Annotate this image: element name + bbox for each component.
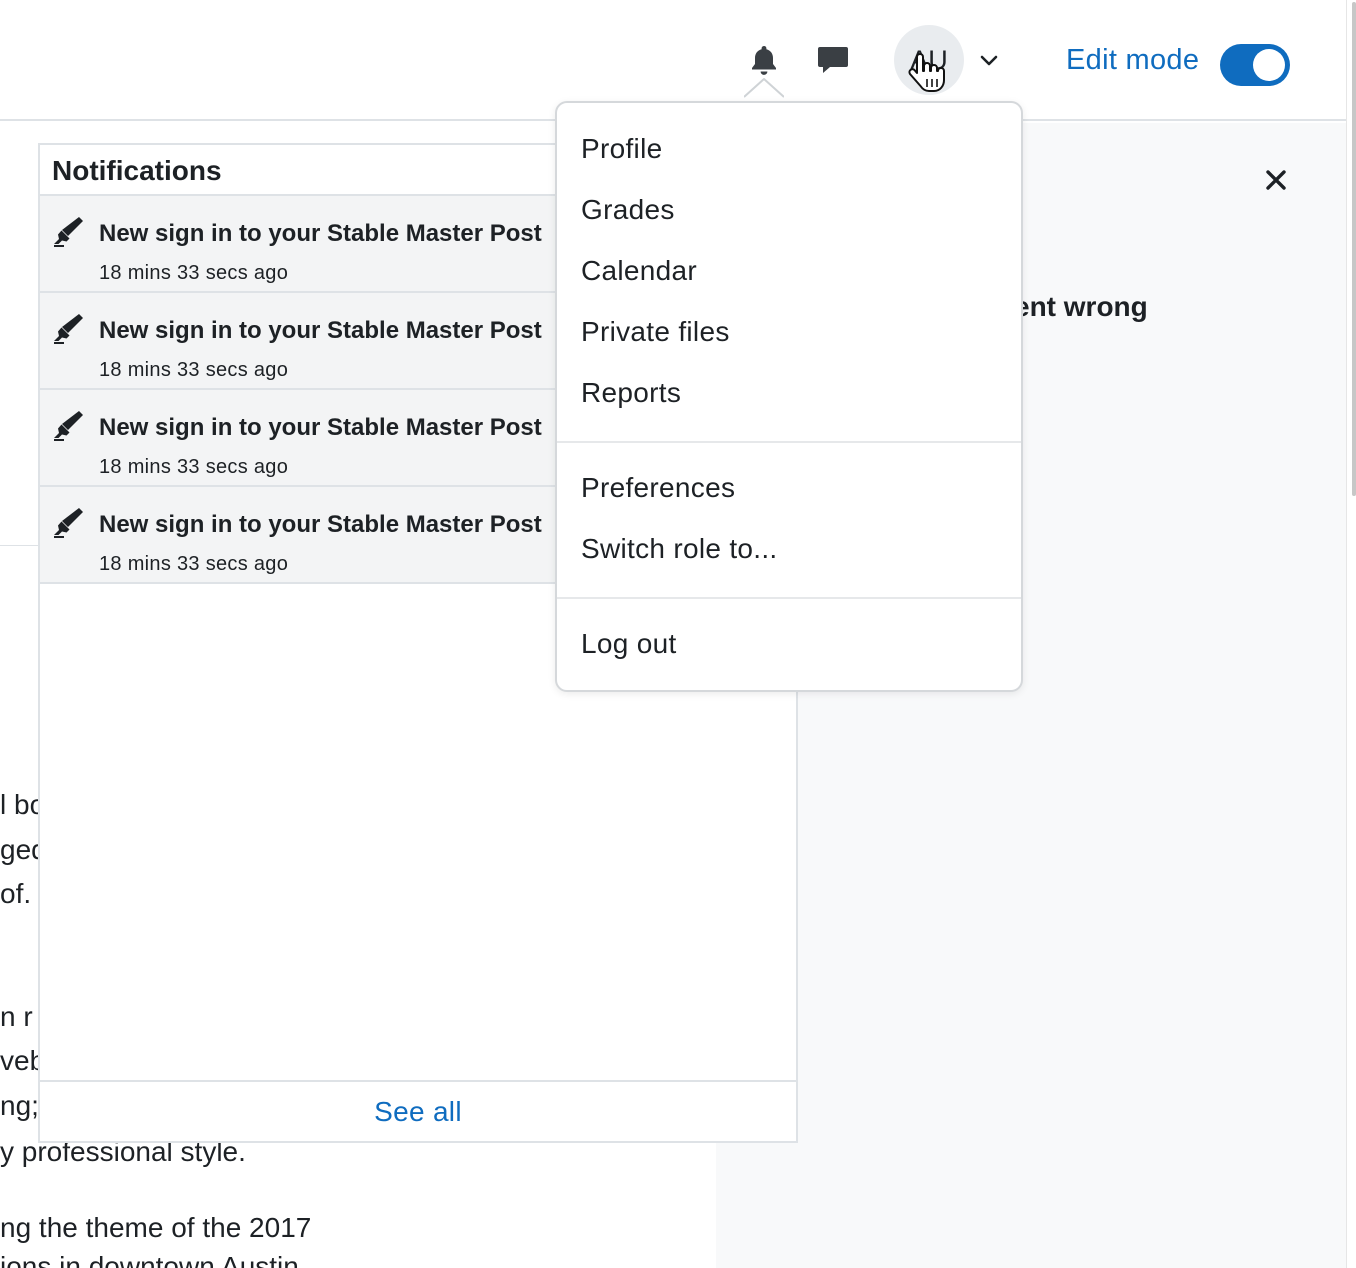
menu-item-calendar[interactable]: Calendar <box>581 255 697 287</box>
chevron-down-icon[interactable] <box>976 48 1002 74</box>
toggle-knob <box>1253 49 1285 81</box>
avatar-initials: AU <box>910 44 948 75</box>
menu-item-log-out[interactable]: Log out <box>581 628 677 660</box>
notifications-bell-icon[interactable] <box>744 40 784 80</box>
menu-item-reports[interactable]: Reports <box>581 377 681 409</box>
notification-title[interactable]: New sign in to your Stable Master Post <box>99 414 542 442</box>
body-text-line: ions in downtown Austin <box>0 1251 299 1268</box>
notification-timestamp: 18 mins 33 secs ago <box>99 262 289 284</box>
menu-divider <box>557 597 1021 599</box>
popover-caret-icon <box>744 78 784 98</box>
edit-mode-toggle[interactable] <box>1220 44 1290 86</box>
menu-item-preferences[interactable]: Preferences <box>581 472 735 504</box>
body-text-line: ng the theme of the 2017 <box>0 1212 312 1243</box>
notification-timestamp: 18 mins 33 secs ago <box>99 456 289 478</box>
notification-title[interactable]: New sign in to your Stable Master Post <box>99 317 542 345</box>
notification-title[interactable]: New sign in to your Stable Master Post <box>99 220 542 248</box>
menu-item-profile[interactable]: Profile <box>581 133 662 165</box>
see-all-link[interactable]: See all <box>374 1096 462 1128</box>
drawer-heading: ent wrong <box>1014 291 1148 322</box>
notification-title[interactable]: New sign in to your Stable Master Post <box>99 511 542 539</box>
content-divider <box>0 545 40 546</box>
edit-marker-icon <box>52 214 86 248</box>
page-scrollbar-thumb[interactable] <box>1352 2 1356 496</box>
menu-item-private-files[interactable]: Private files <box>581 316 730 348</box>
user-menu-dropdown: Profile Grades Calendar Private files Re… <box>555 101 1023 692</box>
body-text-fragment: n r <box>0 1001 33 1032</box>
close-icon[interactable] <box>1260 164 1292 196</box>
menu-divider <box>557 441 1021 443</box>
body-text-fragment: of. <box>0 878 32 909</box>
body-text-fragment: ng; <box>0 1090 39 1121</box>
notifications-footer: See all <box>40 1080 796 1141</box>
messages-icon[interactable] <box>812 40 854 80</box>
menu-item-switch-role[interactable]: Switch role to... <box>581 533 778 565</box>
user-avatar-button[interactable]: AU <box>894 25 964 95</box>
edit-mode-label: Edit mode <box>1066 44 1200 76</box>
notification-timestamp: 18 mins 33 secs ago <box>99 553 289 575</box>
notification-timestamp: 18 mins 33 secs ago <box>99 359 289 381</box>
edit-marker-icon <box>52 408 86 442</box>
edit-marker-icon <box>52 311 86 345</box>
edit-marker-icon <box>52 505 86 539</box>
menu-item-grades[interactable]: Grades <box>581 194 675 226</box>
